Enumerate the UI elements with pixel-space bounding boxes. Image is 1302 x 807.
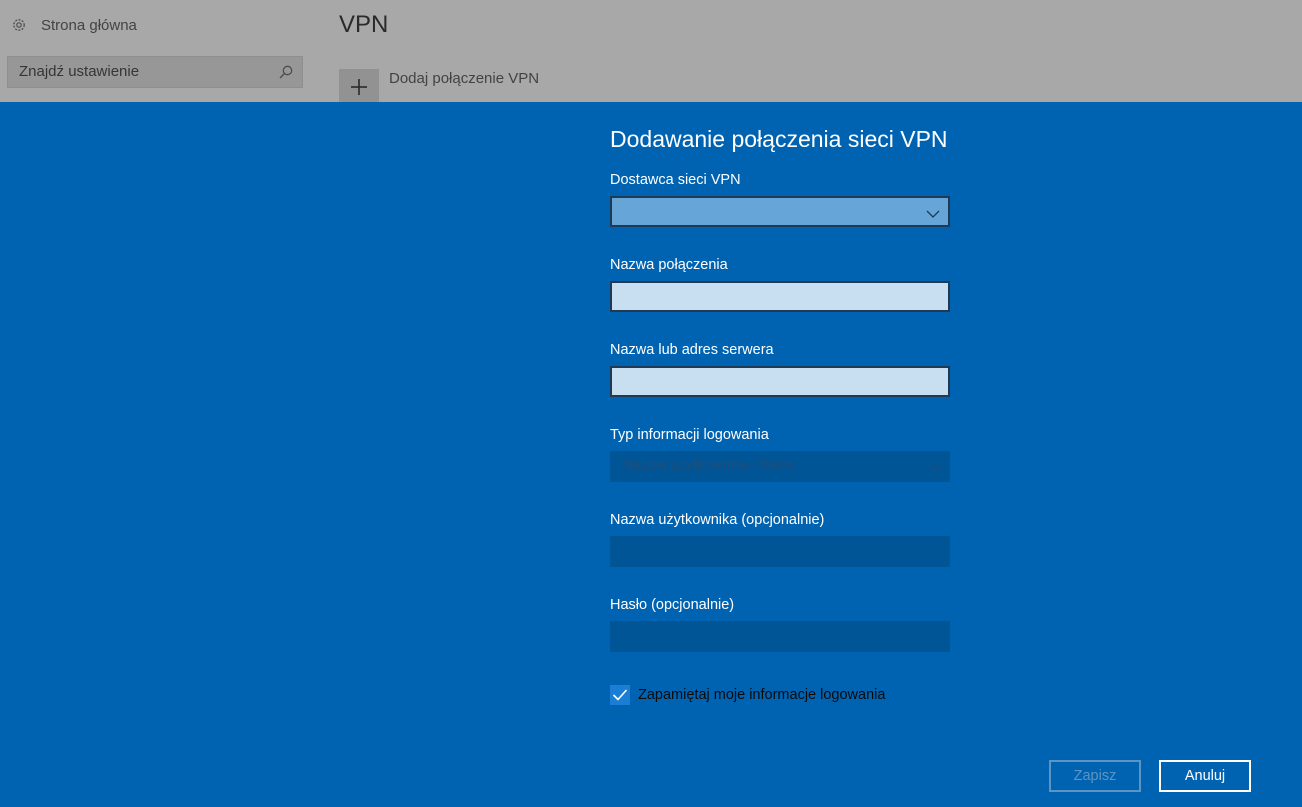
connection-name-input[interactable] bbox=[610, 281, 950, 312]
server-address-input[interactable] bbox=[610, 366, 950, 397]
vpn-provider-select[interactable] bbox=[610, 196, 950, 227]
signin-type-value: Nazwa użytkownika i hasło bbox=[622, 457, 796, 473]
dialog-title: Dodawanie połączenia sieci VPN bbox=[610, 126, 948, 152]
modal-overlay bbox=[0, 0, 1302, 102]
save-button[interactable]: Zapisz bbox=[1049, 760, 1141, 792]
remember-signin-row[interactable]: Zapamiętaj moje informacje logowania bbox=[610, 685, 885, 705]
username-label: Nazwa użytkownika (opcjonalnie) bbox=[610, 512, 825, 528]
chevron-down-icon bbox=[928, 460, 942, 472]
password-input bbox=[610, 621, 950, 652]
signin-type-select: Nazwa użytkownika i hasło bbox=[610, 451, 950, 482]
username-input bbox=[610, 536, 950, 567]
signin-type-label: Typ informacji logowania bbox=[610, 427, 769, 443]
chevron-down-icon bbox=[926, 206, 940, 218]
password-label: Hasło (opcjonalnie) bbox=[610, 597, 735, 613]
add-vpn-dialog: Dodawanie połączenia sieci VPN Dostawca … bbox=[0, 102, 1302, 807]
cancel-button[interactable]: Anuluj bbox=[1159, 760, 1251, 792]
settings-window-background: Strona główna Znajdź ustawienie VPN Doda… bbox=[0, 0, 1302, 109]
remember-signin-label: Zapamiętaj moje informacje logowania bbox=[638, 687, 886, 703]
vpn-provider-label: Dostawca sieci VPN bbox=[610, 172, 741, 188]
checkmark-icon bbox=[612, 689, 628, 701]
remember-signin-checkbox[interactable] bbox=[610, 685, 630, 705]
server-address-label: Nazwa lub adres serwera bbox=[610, 342, 774, 358]
connection-name-label: Nazwa połączenia bbox=[610, 257, 728, 273]
